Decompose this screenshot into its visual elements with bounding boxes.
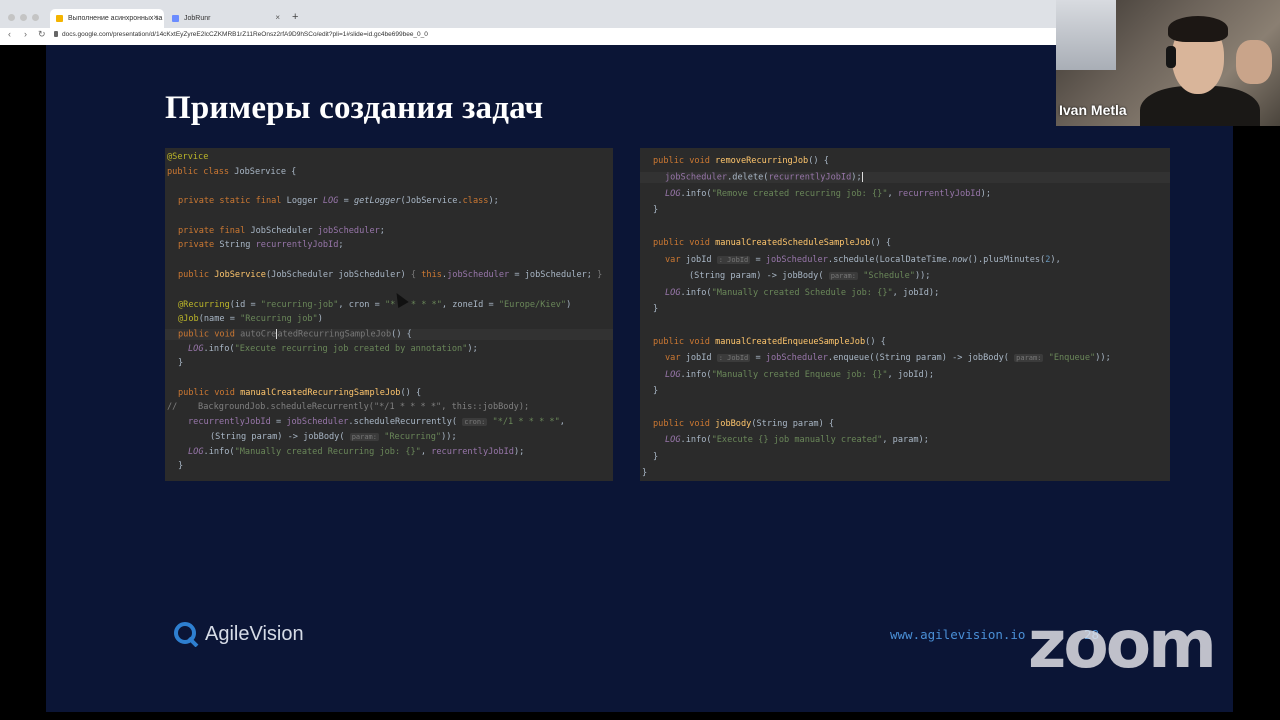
code-line: recurrentlyJobId = jobScheduler.schedule… bbox=[188, 417, 565, 427]
code-line-comment: // BackgroundJob.scheduleRecurrently("*/… bbox=[167, 402, 530, 412]
code-line: private String recurrentlyJobId; bbox=[178, 240, 344, 250]
tab-presentation[interactable]: Выполнение асинхронных за × bbox=[50, 9, 164, 28]
zoom-watermark: zoom bbox=[1028, 606, 1217, 683]
participant-name: Ivan Metla bbox=[1059, 102, 1127, 118]
forward-icon[interactable]: › bbox=[24, 29, 27, 39]
code-line: var jobId : JobId = jobScheduler.schedul… bbox=[665, 255, 1061, 265]
new-tab-button[interactable]: + bbox=[292, 11, 298, 23]
code-line: public class JobService { bbox=[167, 167, 297, 177]
code-line: LOG.info("Manually created Enqueue job: … bbox=[665, 370, 935, 380]
code-line: private final JobScheduler jobScheduler; bbox=[178, 226, 385, 236]
participant-hand bbox=[1236, 40, 1272, 84]
participant-video[interactable]: Ivan Metla bbox=[1056, 0, 1280, 126]
code-line: public void removeRecurringJob() { bbox=[653, 156, 829, 166]
headset-icon bbox=[1166, 46, 1176, 68]
reload-icon[interactable]: ↻ bbox=[38, 29, 46, 40]
code-line: } bbox=[653, 452, 659, 462]
code-line: } bbox=[178, 358, 184, 368]
code-line: (String param) -> jobBody( param: "Recur… bbox=[210, 432, 457, 442]
tab-bar: Выполнение асинхронных за × JobRunr × + bbox=[0, 6, 1056, 28]
code-line: public void manualCreatedScheduleSampleJ… bbox=[653, 238, 892, 248]
code-line: } bbox=[653, 304, 659, 314]
code-line: } bbox=[178, 461, 184, 471]
code-line-highlighted: jobScheduler.delete(recurrentlyJobId); bbox=[640, 172, 1170, 183]
tab-label: Выполнение асинхронных за bbox=[68, 15, 163, 22]
code-line: } bbox=[642, 468, 648, 478]
jobrunr-favicon-icon bbox=[172, 15, 179, 22]
code-line: LOG.info("Remove created recurring job: … bbox=[665, 189, 992, 199]
lock-icon bbox=[54, 31, 58, 37]
code-line: public void manualCreatedEnqueueSampleJo… bbox=[653, 337, 886, 347]
tab-jobrunr[interactable]: JobRunr × bbox=[166, 9, 286, 28]
code-line: public void jobBody(String param) { bbox=[653, 419, 835, 429]
agilevision-logo: AgileVision bbox=[171, 621, 304, 647]
participant-hair bbox=[1168, 16, 1228, 42]
code-panel-left: @Service public class JobService { priva… bbox=[165, 148, 613, 481]
url-text[interactable]: docs.google.com/presentation/d/14cKxtEyZ… bbox=[62, 31, 428, 38]
code-line: public void manualCreatedRecurringSample… bbox=[178, 388, 422, 398]
code-line: (String param) -> jobBody( param: "Sched… bbox=[689, 271, 931, 281]
slides-favicon-icon bbox=[56, 15, 63, 22]
code-line: @Service bbox=[167, 152, 209, 162]
address-bar[interactable]: ‹ › ↻ docs.google.com/presentation/d/14c… bbox=[0, 28, 1056, 45]
back-icon[interactable]: ‹ bbox=[8, 29, 11, 39]
code-line: LOG.info("Execute recurring job created … bbox=[188, 344, 478, 354]
code-line: @Job(name = "Recurring job") bbox=[178, 314, 323, 324]
footer-url: www.agilevision.io bbox=[890, 627, 1026, 642]
tab-label: JobRunr bbox=[184, 15, 211, 22]
code-line: var jobId : JobId = jobScheduler.enqueue… bbox=[665, 353, 1111, 363]
code-panel-right: public void removeRecurringJob() { jobSc… bbox=[640, 148, 1170, 481]
code-line: LOG.info("Manually created Schedule job:… bbox=[665, 288, 940, 298]
code-line: private static final Logger LOG = getLog… bbox=[178, 196, 499, 206]
agilevision-logo-icon bbox=[174, 622, 199, 647]
code-line-highlighted: public void autoCreatedRecurringSampleJo… bbox=[165, 329, 613, 340]
code-line: } bbox=[653, 386, 659, 396]
code-line: public JobService(JobScheduler jobSchedu… bbox=[178, 270, 603, 280]
slide-title: Примеры создания задач bbox=[165, 90, 544, 126]
window-maximize-icon[interactable] bbox=[32, 14, 39, 21]
browser-chrome: Выполнение асинхронных за × JobRunr × + … bbox=[0, 0, 1056, 45]
tab-close-icon[interactable]: × bbox=[275, 13, 280, 22]
code-line: LOG.info("Execute {} job manually create… bbox=[665, 435, 929, 445]
background-window bbox=[1056, 0, 1116, 70]
window-minimize-icon[interactable] bbox=[20, 14, 27, 21]
code-line: @Recurring(id = "recurring-job", cron = … bbox=[178, 300, 572, 310]
tab-close-icon[interactable]: × bbox=[153, 13, 158, 22]
window-close-icon[interactable] bbox=[8, 14, 15, 21]
logo-text: AgileVision bbox=[205, 622, 304, 645]
code-line: } bbox=[653, 205, 659, 215]
code-line: LOG.info("Manually created Recurring job… bbox=[188, 447, 525, 457]
